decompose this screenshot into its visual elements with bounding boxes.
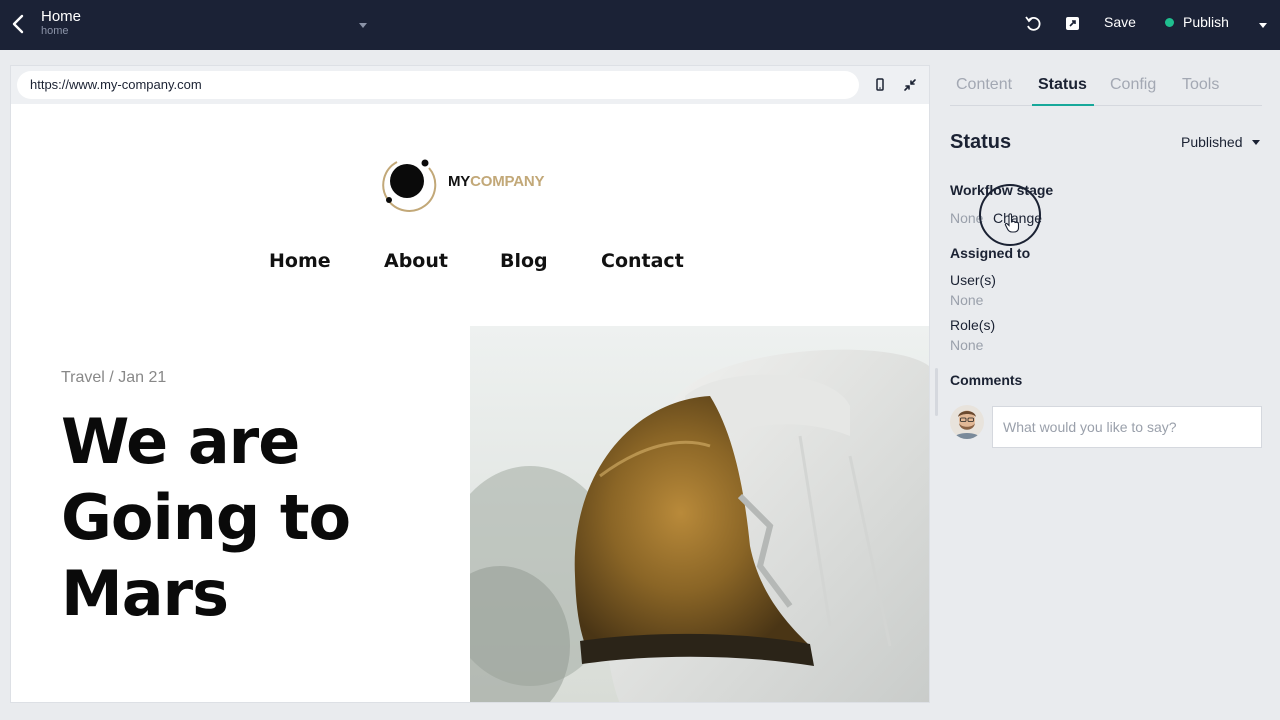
post-headline: We are Going to Mars — [61, 404, 461, 632]
site-nav-home[interactable]: Home — [269, 250, 331, 272]
mobile-device-icon[interactable] — [872, 77, 888, 93]
undo-icon[interactable] — [1023, 14, 1043, 34]
comments-label: Comments — [950, 372, 1023, 388]
logo-part-my: MY — [448, 173, 471, 190]
site-nav-contact[interactable]: Contact — [601, 250, 684, 272]
page-slug: home — [41, 25, 69, 37]
url-field[interactable]: https://www.my-company.com — [17, 71, 859, 99]
status-dropdown[interactable]: Published — [1181, 134, 1261, 150]
users-value: None — [950, 292, 984, 308]
comment-input[interactable] — [992, 406, 1262, 448]
astronaut-hero-image — [470, 326, 929, 702]
users-label: User(s) — [950, 272, 996, 288]
tab-tools[interactable]: Tools — [1182, 76, 1219, 94]
roles-value: None — [950, 337, 984, 353]
chevron-down-icon[interactable] — [1257, 18, 1269, 30]
logo-part-company: COMPANY — [470, 173, 545, 190]
status-dropdown-value: Published — [1181, 134, 1243, 150]
section-heading: Status — [950, 131, 1012, 153]
site-nav-about[interactable]: About — [384, 250, 448, 272]
company-logo-text: MYCOMPANY — [448, 173, 544, 190]
save-button[interactable]: Save — [1104, 14, 1136, 30]
site-nav-blog[interactable]: Blog — [500, 250, 548, 272]
tab-content[interactable]: Content — [956, 76, 1012, 94]
headline-line: We are — [61, 405, 300, 478]
publish-label: Publish — [1183, 14, 1229, 30]
headline-line: Mars — [61, 557, 229, 630]
panel-tabs: Content Status Config Tools — [950, 76, 1262, 106]
tab-config[interactable]: Config — [1110, 76, 1156, 94]
workflow-stage-label: Workflow stage — [950, 182, 1054, 198]
url-toolbar: https://www.my-company.com — [11, 66, 929, 104]
top-bar: Home home Save Publish — [0, 0, 1280, 50]
chevron-down-icon — [1251, 140, 1260, 145]
page-title-block: Home home — [41, 8, 81, 38]
page-preview: https://www.my-company.com MYCOMPANY Hom… — [10, 65, 930, 703]
roles-label: Role(s) — [950, 317, 996, 333]
headline-line: Going to — [61, 481, 351, 554]
back-arrow-icon[interactable] — [8, 12, 28, 36]
workflow-stage-value: None — [950, 210, 984, 226]
publish-button[interactable]: Publish — [1165, 14, 1229, 30]
avatar — [950, 405, 984, 439]
status-dot — [1165, 17, 1174, 27]
collapse-icon[interactable] — [902, 77, 918, 93]
active-tab-underline — [1032, 104, 1094, 106]
hand-cursor-icon — [1004, 213, 1020, 233]
assigned-to-label: Assigned to — [950, 245, 1031, 261]
post-meta: Travel / Jan 21 — [61, 369, 167, 386]
external-link-icon[interactable] — [1063, 14, 1083, 34]
tab-status[interactable]: Status — [1038, 76, 1087, 94]
chevron-down-icon[interactable] — [357, 18, 369, 30]
company-logo-icon — [379, 152, 439, 212]
page-title: Home — [41, 8, 82, 25]
settings-panel: Content Status Config Tools Status Publi… — [930, 50, 1280, 716]
scrollbar[interactable] — [935, 368, 938, 416]
